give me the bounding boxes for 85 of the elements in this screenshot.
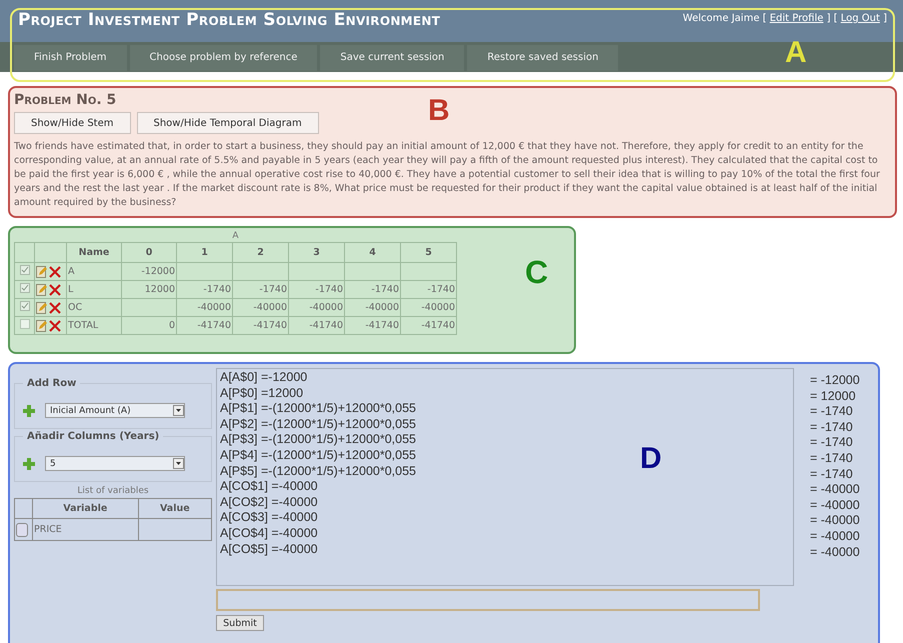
table-cell: -41740 (176, 316, 232, 334)
table-cell: 12000 (122, 280, 176, 298)
user-greeting: Welcome Jaime [ Edit Profile ] [ Log Out ] (682, 13, 887, 24)
table-cell: -1740 (288, 280, 344, 298)
row-checkbox[interactable] (20, 319, 30, 329)
table-cell: PRICE (32, 518, 138, 540)
column-header: Value (138, 498, 212, 518)
section-letter: B (428, 94, 450, 128)
table-cell: 0 (122, 316, 176, 334)
result-value: = -40000 (810, 513, 860, 529)
delete-icon[interactable] (49, 266, 61, 278)
table-cell: -40000 (288, 298, 344, 316)
delete-icon[interactable] (49, 302, 61, 314)
column-header: 0 (122, 242, 176, 262)
section-letter: D (640, 442, 662, 476)
years-select[interactable]: 5 (45, 456, 185, 471)
result-value: = -40000 (810, 528, 860, 545)
app-title: Project Investment Problem Solving Environment (18, 10, 440, 30)
column-header: 4 (344, 242, 400, 262)
result-value: = -40000 (810, 544, 860, 560)
edit-icon[interactable] (36, 266, 47, 278)
result-value: = -12000 (810, 373, 860, 389)
formula-input[interactable] (216, 589, 760, 611)
table-cell: -40000 (400, 298, 456, 316)
column-header: 2 (232, 242, 288, 262)
nav-button[interactable]: Save current session (320, 45, 464, 71)
table-cell: L (66, 280, 122, 298)
edit-icon[interactable] (36, 302, 47, 314)
fieldset-legend: Añadir Columns (Years) (23, 431, 164, 442)
edit-icon[interactable] (36, 320, 47, 332)
column-header: Variable (32, 498, 138, 518)
fieldset-legend: Add Row (23, 378, 80, 389)
result-value: = -40000 (810, 482, 860, 498)
table-cell: TOTAL (66, 316, 122, 334)
result-value: = -1740 (810, 435, 854, 451)
row-checkbox[interactable] (20, 301, 30, 311)
problem-stem: Two friends have estimated that, in order to start a business, they should pay an initial amount of 12,000 € that they have not. Therefore, they apply for credit to an entity for the corresponding value, at an annual rate of 5.5% and payable in 5 years (each year they will pay a fifth of the amount requested plus interest). They calculated that the capital cost to be paid the first year is 6,000 € , while the annual operative cost rise to 40,000 €. They have a potential customer to sell their idea that is willing to pay 10% of the total the first four years and the rest the last year . If the market discount rate is 8%, What price must be requested for their product if they want the capital value obtained is at least half of the initial amount required by the business? (14, 140, 881, 210)
table-cell: -1740 (344, 280, 400, 298)
table-cell: -1740 (176, 280, 232, 298)
section-letter: A (785, 36, 807, 70)
table-cell: OC (66, 298, 122, 316)
table-cell: A (66, 262, 122, 280)
toggle-button[interactable]: Show/Hide Temporal Diagram (136, 112, 319, 134)
nav-button[interactable]: Restore saved session (467, 45, 618, 71)
row-checkbox[interactable] (20, 265, 30, 275)
table-cell: -40000 (176, 298, 232, 316)
column-header: 3 (288, 242, 344, 262)
table-cell: -41740 (232, 316, 288, 334)
table-cell: -40000 (344, 298, 400, 316)
caret-icon (173, 405, 184, 416)
nav-button[interactable]: Choose problem by reference (130, 45, 318, 71)
table-cell: -41740 (344, 316, 400, 334)
row-checkbox[interactable] (20, 283, 30, 293)
result-value: = -40000 (810, 498, 860, 514)
result-value: = -1740 (810, 466, 854, 482)
delete-icon[interactable] (49, 320, 61, 332)
result-value: = -1740 (810, 450, 854, 467)
table-caption: A (14, 230, 456, 242)
table-cell: -40000 (232, 298, 288, 316)
table-cell: -41740 (400, 316, 456, 334)
toggle-button[interactable]: Show/Hide Stem (14, 112, 130, 134)
profile-link[interactable]: Edit Profile (770, 13, 824, 24)
delete-icon[interactable] (49, 284, 61, 296)
submit-button[interactable]: Submit (216, 615, 264, 631)
problem-title: Problem No. 5 (14, 92, 118, 108)
table-cell: -1740 (400, 280, 456, 298)
plus-icon (23, 458, 35, 470)
result-value: = -1740 (810, 420, 854, 436)
result-value: = 12000 (810, 388, 857, 404)
row-type-select[interactable]: Inicial Amount (A) (45, 403, 185, 418)
table-cell: -12000 (122, 262, 176, 280)
table-caption: List of variables (76, 486, 150, 496)
table-cell: -1740 (232, 280, 288, 298)
table-cell: -41740 (288, 316, 344, 334)
plus-icon (23, 404, 35, 416)
row-button[interactable] (16, 522, 28, 536)
result-value: = -1740 (810, 404, 854, 420)
caret-icon (173, 458, 184, 469)
profile-link[interactable]: Log Out (840, 13, 880, 24)
column-header: 1 (176, 242, 232, 262)
section-letter: C (525, 254, 548, 291)
nav-button[interactable]: Finish Problem (14, 45, 127, 71)
column-header: 5 (400, 242, 456, 262)
edit-icon[interactable] (36, 284, 47, 296)
column-header: Name (66, 242, 122, 262)
